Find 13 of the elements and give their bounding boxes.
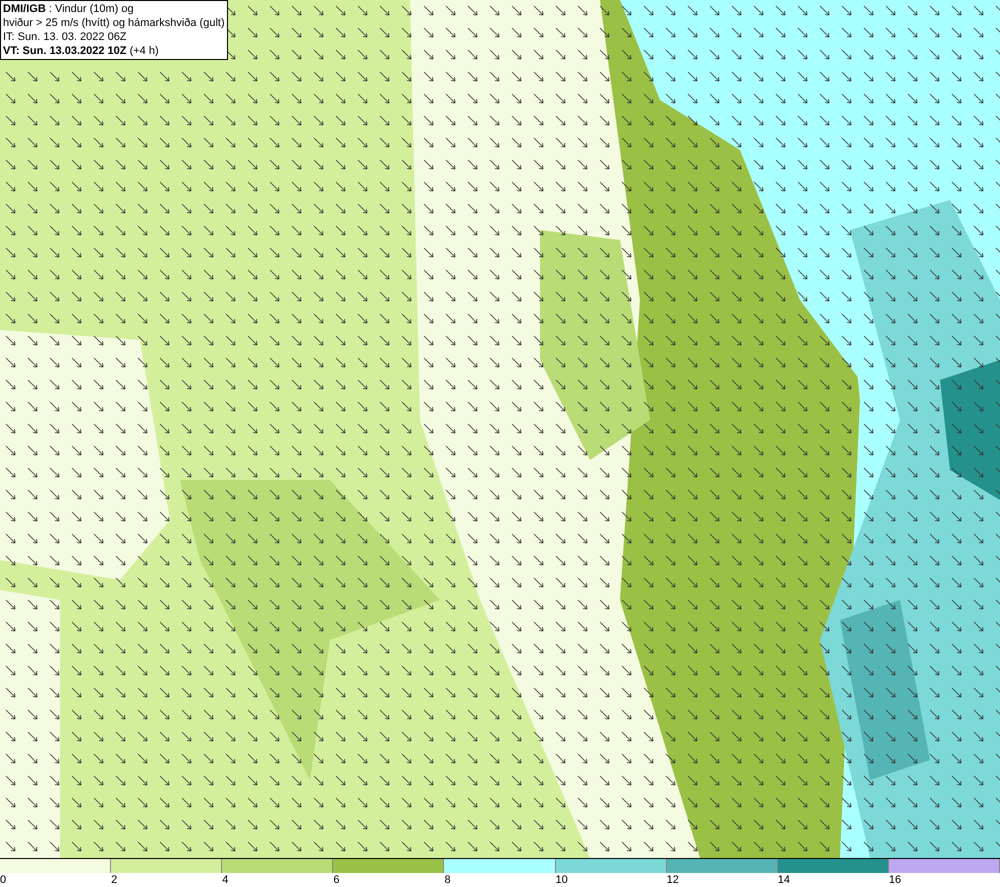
legend-label: 10 bbox=[556, 873, 568, 887]
legend-label: 16 bbox=[888, 873, 902, 887]
info-text: hviður > 25 m/s (hvítt) og hámarkshviða (gult) bbox=[3, 16, 225, 30]
legend-label: 0 bbox=[0, 873, 6, 887]
legend-label: 8 bbox=[444, 873, 451, 887]
info-text: VT: Sun. 13.03.2022 10Z (+4 h) bbox=[3, 44, 160, 58]
legend-label: 14 bbox=[778, 873, 790, 887]
info-text: IT: Sun. 13. 03. 2022 06Z bbox=[3, 30, 128, 44]
legend-label: 2 bbox=[111, 873, 118, 887]
legend-label: 6 bbox=[333, 873, 340, 887]
map-title: DMI/IGB : Vindur (10m) og bbox=[3, 2, 135, 16]
legend-label: 12 bbox=[666, 873, 679, 887]
legend-label: 4 bbox=[222, 873, 228, 887]
